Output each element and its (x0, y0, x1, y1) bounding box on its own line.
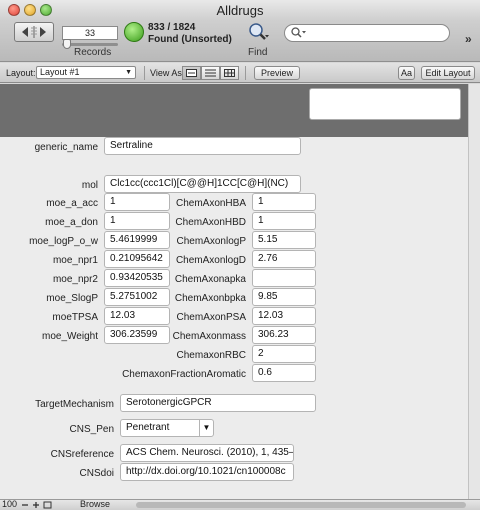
found-status: Found (Unsorted) (148, 34, 232, 45)
zoom-controls-icon[interactable] (20, 500, 52, 510)
field-label-cns-reference: CNSreference (50, 449, 114, 460)
vertical-scrollbar[interactable] (468, 84, 480, 499)
title-bar: Alldrugs (0, 0, 480, 20)
field-label-generic-name: generic_name (34, 142, 98, 153)
field-label-chemaxon-fraction-aromatic: ChemaxonFractionAromatic (122, 369, 246, 380)
find-label: Find (248, 47, 268, 58)
field-label-cns-doi: CNSdoi (79, 468, 114, 479)
field-label-moe-npr2: moe_npr2 (52, 274, 98, 285)
chemaxon-rbc-field[interactable]: 2 (252, 345, 316, 363)
layout-select[interactable]: Layout #1 ▼ (36, 66, 136, 79)
layout-label: Layout: (6, 68, 36, 78)
chemaxon-fraction-aromatic-field[interactable]: 0.6 (252, 364, 316, 382)
found-count: 833 / 1824 (148, 22, 196, 33)
table-view-icon (224, 69, 235, 77)
cns-reference-field[interactable]: ACS Chem. Neurosci. (2010), 1, 435– (120, 444, 294, 462)
target-mechanism-field[interactable]: SerotonergicGPCR (120, 394, 316, 412)
chemaxon-hbd-field[interactable]: 1 (252, 212, 316, 230)
quick-find-input[interactable] (284, 24, 450, 42)
field-label-moe-npr1: moe_npr1 (52, 255, 98, 266)
magnifier-icon (249, 23, 269, 40)
current-record-field[interactable]: 33 (62, 26, 118, 40)
field-label-chemaxon-psa: ChemAxonPSA (176, 312, 246, 323)
cns-pen-dropdown[interactable]: Penetrant ▼ (120, 419, 214, 437)
field-label-chemaxon-apka: ChemAxonapka (174, 274, 246, 285)
field-label-moe-tpsa: moeTPSA (52, 312, 98, 323)
search-icon (291, 27, 306, 38)
field-label-mol: mol (81, 180, 98, 191)
field-label-moe-a-don: moe_a_don (45, 217, 98, 228)
found-set-pie-icon (124, 22, 144, 42)
form-body: generic_name Sertraline mol Clc1cc(ccc1C… (0, 137, 468, 499)
header-field[interactable] (309, 88, 461, 120)
window-title: Alldrugs (216, 3, 264, 18)
list-view-icon (205, 69, 216, 77)
cns-doi-field[interactable]: http://dx.doi.org/10.1021/cn100008c (120, 463, 294, 481)
view-as-list-button[interactable] (201, 66, 220, 80)
field-label-chemaxon-logd: ChemAxonlogD (175, 255, 246, 266)
divider (245, 66, 246, 80)
field-label-chemaxon-mass: ChemAxonmass (172, 331, 246, 342)
find-button[interactable] (248, 22, 270, 42)
layout-bar: Layout: Layout #1 ▼ View As: Preview Aa … (0, 63, 480, 83)
chemaxon-hba-field[interactable]: 1 (252, 193, 316, 211)
field-label-moe-slogp: moe_SlogP (46, 293, 98, 304)
field-label-chemaxon-bpka: ChemAxonbpka (174, 293, 246, 304)
chemaxon-psa-field[interactable]: 12.03 (252, 307, 316, 325)
status-bar: 100 Browse (0, 499, 480, 510)
zoom-level[interactable]: 100 (2, 499, 17, 509)
field-label-chemaxon-hbd: ChemAxonHBD (175, 217, 246, 228)
view-as-form-button[interactable] (182, 66, 201, 80)
field-label-moe-a-acc: moe_a_acc (46, 198, 98, 209)
toolbar: 33 Records 833 / 1824 Found (Unsorted) F… (0, 20, 480, 62)
field-label-target-mechanism: TargetMechanism (35, 399, 114, 410)
record-slider-knob[interactable] (63, 39, 71, 49)
layout-header (0, 84, 468, 137)
form-view-icon (186, 69, 197, 77)
horizontal-scrollbar[interactable] (136, 502, 466, 508)
layout-select-value: Layout #1 (40, 67, 80, 77)
field-label-cns-pen: CNS_Pen (69, 424, 114, 435)
cns-pen-value: Penetrant (126, 422, 170, 433)
book-icon (22, 26, 46, 38)
chevron-down-icon: ▼ (199, 420, 213, 436)
field-label-chemaxon-logp: ChemAxonlogP (176, 236, 246, 247)
chemaxon-logp-field[interactable]: 5.15 (252, 231, 316, 249)
record-navigator-book[interactable] (14, 22, 54, 42)
text-formatting-button[interactable]: Aa (398, 66, 415, 80)
divider (144, 66, 145, 80)
edit-layout-button[interactable]: Edit Layout (421, 66, 475, 80)
view-as-table-button[interactable] (220, 66, 239, 80)
view-as-label: View As: (150, 68, 185, 78)
toolbar-overflow-icon[interactable]: » (465, 32, 472, 46)
generic-name-field[interactable]: Sertraline (104, 137, 301, 155)
mode-indicator[interactable]: Browse (80, 499, 110, 509)
field-label-moe-weight: moe_Weight (42, 331, 98, 342)
mol-field[interactable]: Clc1cc(ccc1Cl)[C@@H]1CC[C@H](NC) (104, 175, 301, 193)
field-label-chemaxon-hba: ChemAxonHBA (175, 198, 246, 209)
field-label-moe-logp-o-w: moe_logP_o_w (29, 236, 98, 247)
records-label: Records (74, 47, 112, 58)
preview-button[interactable]: Preview (254, 66, 300, 80)
chemaxon-bpka-field[interactable]: 9.85 (252, 288, 316, 306)
field-label-chemaxon-rbc: ChemaxonRBC (176, 350, 246, 361)
chemaxon-mass-field[interactable]: 306.23 (252, 326, 316, 344)
chevron-down-icon: ▼ (125, 69, 132, 76)
chemaxon-apka-field[interactable] (252, 269, 316, 287)
chemaxon-logd-field[interactable]: 2.76 (252, 250, 316, 268)
